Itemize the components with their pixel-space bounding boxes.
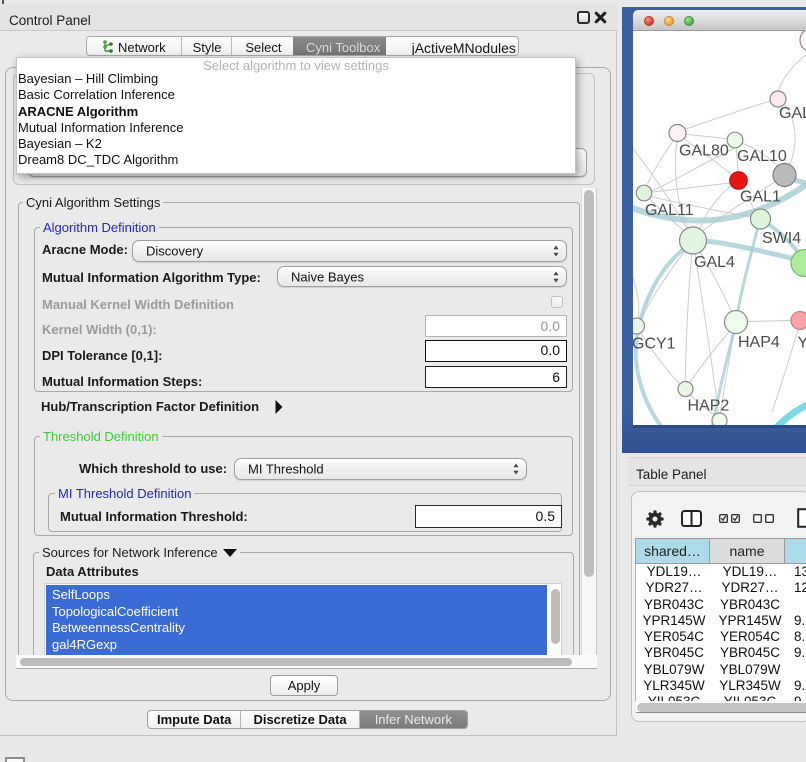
svg-text:GAL11: GAL11 — [645, 202, 694, 219]
svg-text:GAL10: GAL10 — [737, 148, 787, 165]
svg-text:GAL80: GAL80 — [679, 143, 729, 160]
svg-text:GAL7: GAL7 — [779, 105, 806, 122]
svg-text:Y: Y — [798, 335, 806, 352]
svg-text:SWI4: SWI4 — [762, 230, 801, 247]
svg-text:GCY1: GCY1 — [633, 336, 676, 353]
svg-text:HAP2: HAP2 — [688, 398, 730, 415]
svg-text:GAL4: GAL4 — [694, 254, 735, 271]
svg-text:GAL1: GAL1 — [740, 189, 781, 206]
svg-text:HAP4: HAP4 — [738, 334, 780, 351]
